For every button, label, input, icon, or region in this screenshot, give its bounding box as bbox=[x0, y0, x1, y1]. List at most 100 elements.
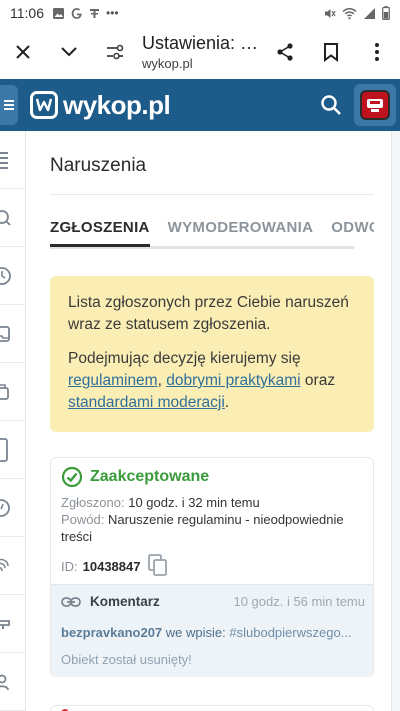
reported-row: Zgłoszono: 10 godz. i 32 min temu bbox=[61, 494, 365, 511]
report-card: Zaakceptowane Zgłoszono: 10 godz. i 32 m… bbox=[50, 457, 374, 677]
google-icon bbox=[71, 7, 82, 19]
sidebar-item-tools[interactable] bbox=[0, 595, 26, 653]
inbox-icon bbox=[0, 325, 10, 342]
comment-user[interactable]: bezpravkano207 bbox=[61, 625, 162, 640]
search-icon bbox=[321, 95, 341, 115]
comment-context: we wpisie: bbox=[165, 625, 226, 640]
sidebar-item-user[interactable] bbox=[0, 653, 26, 711]
clock-icon bbox=[0, 266, 11, 285]
browser-menu-button[interactable] bbox=[354, 29, 400, 75]
share-button[interactable] bbox=[262, 29, 308, 75]
site-header: wykop.pl bbox=[0, 79, 400, 131]
bag-icon bbox=[0, 383, 9, 400]
status-left-icons: ••• bbox=[52, 6, 119, 20]
reported-value: 10 godz. i 32 min temu bbox=[128, 495, 260, 510]
hamburger-icon bbox=[4, 100, 14, 110]
status-time: 11:06 bbox=[10, 5, 44, 21]
sidebar-item-history[interactable] bbox=[0, 479, 26, 537]
check-circle-icon bbox=[61, 466, 83, 488]
menu-dots-icon bbox=[375, 43, 379, 61]
page-title: Naruszenia bbox=[50, 155, 147, 176]
close-tab-button[interactable] bbox=[0, 29, 46, 75]
report-status: Zaakceptowane bbox=[61, 466, 209, 488]
sidebar-item-bag[interactable] bbox=[0, 363, 26, 421]
bookmark-button[interactable] bbox=[308, 29, 354, 75]
comment-removed-note: Obiekt został usunięty! bbox=[61, 652, 192, 667]
info-notice: Lista zgłoszonych przez Ciebie naruszeń … bbox=[50, 276, 374, 432]
browser-toolbar: Ustawienia: N... wykop.pl bbox=[0, 26, 400, 78]
browser-url: wykop.pl bbox=[142, 56, 193, 71]
main-panel: Naruszenia ZGŁOSZENIA WYMODEROWANIA ODWOŁA… bbox=[26, 131, 400, 711]
logo-mark-icon bbox=[30, 91, 58, 119]
notice-description: Lista zgłoszonych przez Ciebie naruszeń … bbox=[68, 294, 349, 333]
avatar-image-icon bbox=[367, 99, 383, 112]
hamburger-button[interactable] bbox=[0, 85, 18, 125]
search-icon bbox=[0, 209, 11, 226]
site-settings-icon bbox=[107, 44, 124, 60]
chevron-down-icon bbox=[61, 47, 77, 57]
page-url-area[interactable]: Ustawienia: N... wykop.pl bbox=[142, 33, 262, 71]
history-icon bbox=[0, 498, 10, 517]
link-dobre-praktyki[interactable]: dobrymi praktykami bbox=[166, 372, 300, 389]
minimize-button[interactable] bbox=[46, 29, 92, 75]
tab-odwolania[interactable]: ODWOŁANIA bbox=[331, 219, 374, 244]
reason-value: Naruszenie regulaminu - nieodpowiednie t… bbox=[61, 512, 344, 544]
browser-title: Ustawienia: N... bbox=[142, 33, 262, 53]
sidebar-item-fingerprint[interactable] bbox=[0, 537, 26, 595]
share-icon bbox=[277, 43, 293, 61]
id-value: 10438847 bbox=[82, 559, 141, 574]
wifi-icon bbox=[342, 7, 357, 19]
notice-prefix: Podejmując decyzję kierujemy się bbox=[68, 350, 301, 367]
header-search-button[interactable] bbox=[316, 90, 346, 120]
signal-icon bbox=[364, 7, 375, 19]
reported-label: Zgłoszono: bbox=[61, 495, 125, 510]
notice-sep1: , bbox=[157, 372, 167, 389]
id-label: ID: bbox=[61, 559, 78, 574]
comment-box: Komentarz 10 godz. i 56 min temu bezprav… bbox=[51, 584, 373, 677]
link-standardy-moderacji[interactable]: standardami moderacji bbox=[68, 394, 225, 411]
next-report-card bbox=[50, 705, 374, 711]
tab-wymoderowania[interactable]: WYMODEROWANIA bbox=[168, 219, 314, 244]
more-dots-icon: ••• bbox=[106, 6, 119, 20]
tab-zgloszenia[interactable]: ZGŁOSZENIA bbox=[50, 219, 150, 247]
notice-sep2: oraz bbox=[300, 372, 336, 389]
tools-icon bbox=[0, 619, 10, 629]
divider bbox=[50, 194, 374, 195]
sidebar-item-device[interactable] bbox=[0, 421, 26, 479]
avatar bbox=[360, 90, 390, 120]
comment-title: Komentarz bbox=[90, 594, 160, 609]
user-icon bbox=[0, 674, 9, 690]
image-icon bbox=[53, 7, 64, 19]
status-right-icons bbox=[323, 6, 390, 20]
status-bar: 11:06 ••• bbox=[0, 0, 400, 26]
close-icon bbox=[16, 45, 30, 59]
bookmark-icon bbox=[324, 43, 338, 62]
fan-icon bbox=[90, 8, 99, 18]
notice-end: . bbox=[224, 394, 230, 411]
site-logo[interactable]: wykop.pl bbox=[30, 89, 171, 121]
sidebar-item-list[interactable] bbox=[0, 131, 26, 189]
sidebar-item-search[interactable] bbox=[0, 189, 26, 247]
comment-time: 10 godz. i 56 min temu bbox=[233, 594, 365, 609]
user-avatar-button[interactable] bbox=[354, 84, 396, 126]
list-icon bbox=[0, 151, 8, 169]
comment-source[interactable]: bezpravkano207 we wpisie: #slubodpierwsz… bbox=[61, 625, 365, 640]
copy-id-button[interactable] bbox=[148, 554, 168, 579]
comment-header: Komentarz 10 godz. i 56 min temu bbox=[61, 594, 365, 609]
sidebar-item-inbox[interactable] bbox=[0, 305, 26, 363]
report-meta: Zgłoszono: 10 godz. i 32 min temu Powód:… bbox=[61, 494, 365, 545]
report-id-row: ID: 10438847 bbox=[61, 554, 168, 579]
tabs: ZGŁOSZENIA WYMODEROWANIA ODWOŁANIA bbox=[50, 219, 374, 249]
copy-icon bbox=[148, 554, 168, 576]
mute-icon bbox=[325, 8, 336, 18]
sidebar-item-clock[interactable] bbox=[0, 247, 26, 305]
logo-text: wykop.pl bbox=[63, 89, 171, 120]
link-regulamin[interactable]: regulaminem bbox=[68, 372, 158, 389]
fingerprint-icon bbox=[0, 558, 9, 571]
settings-card: Naruszenia ZGŁOSZENIA WYMODEROWANIA ODWOŁA… bbox=[26, 131, 392, 711]
status-label: Zaakceptowane bbox=[90, 468, 210, 485]
reason-row: Powód: Naruszenie regulaminu - nieodpowi… bbox=[61, 511, 365, 545]
comment-tag[interactable]: #slubodpierwszego... bbox=[229, 625, 351, 640]
left-sidebar bbox=[0, 131, 26, 711]
site-settings-button[interactable] bbox=[92, 29, 138, 75]
